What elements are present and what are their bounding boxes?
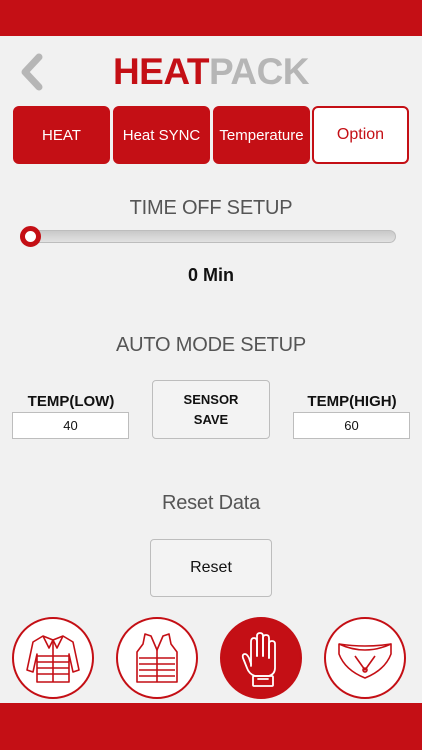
sensor-save-button[interactable]: SENSOR SAVE bbox=[152, 380, 270, 439]
reset-button[interactable]: Reset bbox=[150, 539, 272, 597]
temp-high-field[interactable]: 60 bbox=[293, 412, 410, 439]
top-bar bbox=[0, 0, 422, 36]
tab-heat-sync-label: Heat SYNC bbox=[122, 126, 201, 144]
glove-icon bbox=[241, 632, 276, 687]
app-title: HEATPACK bbox=[0, 52, 422, 92]
temp-low-value: 40 bbox=[63, 418, 78, 433]
device-glove-button[interactable] bbox=[220, 617, 302, 699]
neck-warmer-icon bbox=[338, 643, 392, 679]
tab-temperature-label: Temperature bbox=[219, 126, 304, 144]
jacket-icon bbox=[26, 635, 80, 683]
tab-heat[interactable]: HEAT bbox=[13, 106, 110, 164]
tab-heat-sync[interactable]: Heat SYNC bbox=[113, 106, 210, 164]
time-off-value: 0 Min bbox=[187, 265, 234, 285]
tab-option[interactable]: Option bbox=[312, 106, 409, 164]
time-off-slider[interactable] bbox=[20, 230, 396, 243]
reset-data-title: Reset Data bbox=[161, 492, 261, 514]
temp-high-value: 60 bbox=[344, 418, 359, 433]
time-off-slider-thumb[interactable] bbox=[20, 226, 41, 247]
reset-button-label: Reset bbox=[190, 559, 232, 576]
sensor-save-line1: SENSOR bbox=[183, 391, 239, 407]
device-neck-warmer-button[interactable] bbox=[324, 617, 406, 699]
temp-high-label: TEMP(HIGH) bbox=[307, 393, 397, 410]
time-off-title: TIME OFF SETUP bbox=[129, 197, 293, 219]
device-jacket-button[interactable] bbox=[12, 617, 94, 699]
auto-mode-title: AUTO MODE SETUP bbox=[116, 334, 306, 356]
vest-icon bbox=[136, 633, 178, 683]
bottom-bar bbox=[0, 703, 422, 750]
temp-low-label: TEMP(LOW) bbox=[27, 393, 115, 410]
app-title-pack: PACK bbox=[208, 51, 310, 92]
tab-heat-label: HEAT bbox=[42, 126, 81, 144]
app-title-heat: HEAT bbox=[112, 51, 209, 92]
device-vest-button[interactable] bbox=[116, 617, 198, 699]
tab-temperature[interactable]: Temperature bbox=[213, 106, 310, 164]
temp-low-field[interactable]: 40 bbox=[12, 412, 129, 439]
tab-option-label: Option bbox=[336, 126, 385, 143]
sensor-save-line2: SAVE bbox=[193, 411, 229, 427]
